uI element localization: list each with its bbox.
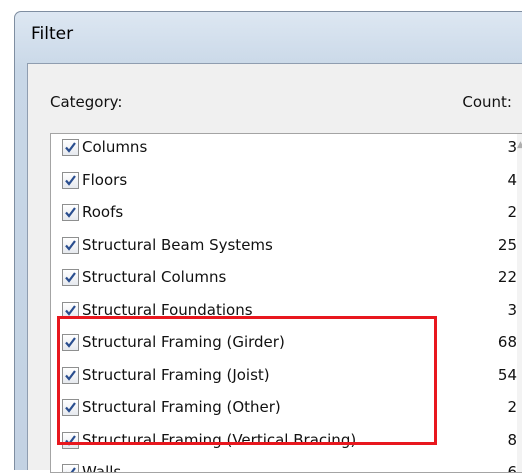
category-count: 6: [507, 463, 517, 473]
category-checkbox[interactable]: [62, 236, 79, 254]
category-checkbox[interactable]: [62, 334, 79, 351]
category-count: 2: [507, 203, 517, 221]
title-bar[interactable]: Filter: [15, 12, 522, 62]
category-row[interactable]: Structural Columns 22: [51, 264, 522, 291]
list-header: Category: Count:: [50, 93, 522, 117]
checkmark-icon: [65, 402, 76, 413]
category-label: Floors: [82, 170, 128, 189]
category-checkbox[interactable]: [62, 399, 79, 416]
checkmark-icon: [65, 239, 76, 251]
filter-dialog: Filter Category: Count: Walls 6 Structural…: [14, 11, 522, 473]
category-row[interactable]: Structural Beam Systems 25: [51, 232, 522, 259]
category-row[interactable]: Structural Framing (Joist) 54: [51, 362, 522, 389]
checkmark-icon: [65, 272, 76, 283]
category-row[interactable]: Floors 4: [51, 167, 522, 194]
category-label: Structural Framing (Other): [82, 398, 281, 416]
checkmark-icon: [65, 142, 76, 153]
category-row[interactable]: Roofs 2: [51, 199, 522, 226]
category-list[interactable]: Walls 6 Structural Framing (Vertical Braci…: [50, 133, 522, 473]
category-label: Roofs: [82, 203, 124, 221]
category-checkbox[interactable]: [62, 464, 79, 472]
checkmark-icon: [65, 207, 76, 218]
category-row[interactable]: Columns 3: [51, 134, 522, 161]
category-count: 8: [507, 430, 517, 449]
category-count: 22: [497, 268, 517, 286]
category-row[interactable]: Structural Framing (Vertical Bracing) 8: [51, 427, 522, 454]
category-checkbox[interactable]: [62, 366, 79, 384]
category-row[interactable]: Structural Foundations 3: [51, 297, 522, 324]
category-count: 3: [507, 300, 517, 319]
category-label: Structural Foundations: [82, 300, 253, 319]
category-checkbox[interactable]: [62, 139, 79, 156]
category-label: Structural Columns: [82, 268, 227, 286]
category-label: Columns: [82, 138, 148, 156]
category-count: 68: [497, 333, 517, 351]
category-count: 54: [497, 365, 517, 384]
category-checkbox[interactable]: [62, 204, 79, 221]
category-column-header: Category:: [50, 93, 123, 111]
checkmark-icon: [65, 369, 76, 381]
category-checkbox[interactable]: [62, 431, 79, 449]
checkmark-icon: [66, 467, 76, 472]
checkmark-icon: [65, 304, 76, 316]
category-label: Structural Framing (Girder): [82, 333, 285, 351]
scroll-up-arrow-icon[interactable]: ▲: [517, 139, 522, 151]
category-count: 4: [507, 170, 517, 189]
category-checkbox[interactable]: [62, 171, 79, 189]
dialog-content: Category: Count: Walls 6 Structural Framin…: [27, 63, 522, 473]
count-column-header: Count:: [462, 93, 512, 111]
category-row[interactable]: Structural Framing (Girder) 68: [51, 329, 522, 356]
category-count: 3: [507, 138, 517, 156]
checkmark-icon: [65, 434, 76, 446]
category-checkbox[interactable]: [62, 301, 79, 319]
category-label: Walls: [82, 463, 122, 473]
category-checkbox[interactable]: [62, 269, 79, 286]
category-label: Structural Beam Systems: [82, 235, 273, 254]
dialog-title: Filter: [31, 24, 74, 44]
category-row[interactable]: Structural Framing (Other) 2: [51, 394, 522, 421]
checkmark-icon: [65, 337, 76, 348]
category-label: Structural Framing (Vertical Bracing): [82, 430, 357, 449]
category-count: 2: [507, 398, 517, 416]
vertical-scrollbar[interactable]: ▲: [517, 134, 522, 472]
category-row[interactable]: Walls 6: [51, 459, 522, 473]
category-count: 25: [497, 235, 517, 254]
category-label: Structural Framing (Joist): [82, 365, 270, 384]
checkmark-icon: [65, 174, 76, 186]
